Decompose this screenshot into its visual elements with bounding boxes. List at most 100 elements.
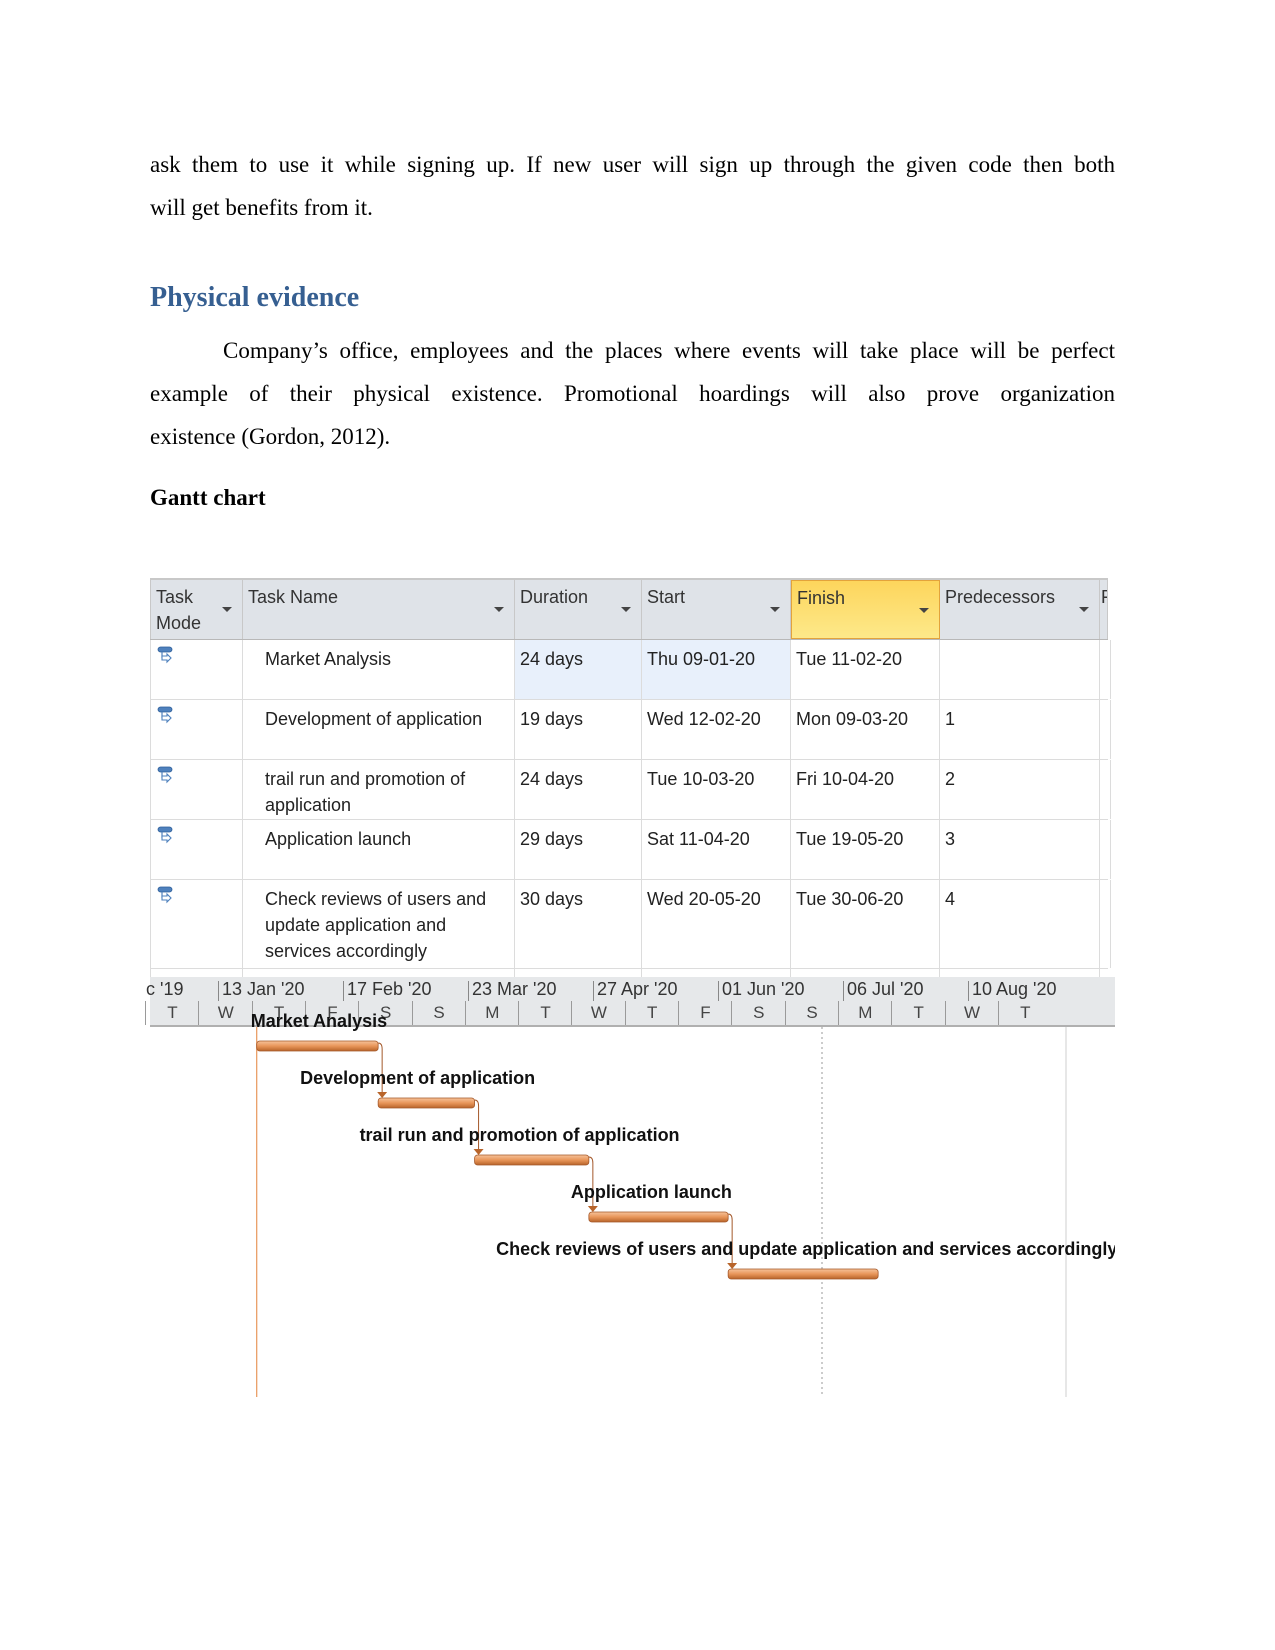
task-mode-cell[interactable] <box>150 880 243 968</box>
start-cell[interactable]: Wed 20-05-20 <box>642 880 791 968</box>
task-bar-label: Check reviews of users and update applic… <box>496 1239 1115 1259</box>
duration-cell[interactable]: 24 days <box>515 760 642 819</box>
paragraph-line: existence (Gordon, 2012). <box>150 424 391 449</box>
start-cell[interactable]: Tue 10-03-20 <box>642 760 791 819</box>
task-mode-cell[interactable] <box>150 760 243 819</box>
table-row[interactable]: Application launch 29 days Sat 11-04-20 Tue… <box>150 820 1111 880</box>
task-name: Application launch <box>265 829 412 849</box>
column-header-more[interactable]: F <box>1100 580 1108 639</box>
task-name-cell[interactable]: Application launch <box>243 820 515 879</box>
predecessor-value: 4 <box>945 889 956 909</box>
more-cell <box>1100 640 1111 699</box>
column-header-label: Task Mode <box>156 587 202 633</box>
duration-cell[interactable]: 19 days <box>515 700 642 759</box>
column-header-task-mode[interactable]: Task Mode <box>150 580 243 639</box>
predecessors-cell[interactable]: 3 <box>940 820 1100 879</box>
gantt-timeline: c '19 13 Jan '20 17 Feb '20 23 Mar '20 27 Ap… <box>145 977 1115 1397</box>
duration-cell[interactable]: 29 days <box>515 820 642 879</box>
predecessors-cell[interactable]: 4 <box>940 880 1100 968</box>
finish-cell[interactable]: Mon 09-03-20 <box>791 700 940 759</box>
predecessors-cell[interactable] <box>940 640 1100 699</box>
column-header-predecessors[interactable]: Predecessors <box>940 580 1100 639</box>
start-cell[interactable]: Sat 11-04-20 <box>642 820 791 879</box>
task-bar[interactable] <box>588 1211 729 1223</box>
predecessor-value: 1 <box>945 709 956 729</box>
duration-cell[interactable]: 30 days <box>515 880 642 968</box>
finish-date: Tue 11-02-20 <box>796 649 903 669</box>
start-date: Tue 10-03-20 <box>647 769 755 789</box>
finish-date: Mon 09-03-20 <box>796 709 909 729</box>
task-mode-cell[interactable] <box>150 640 243 699</box>
heading-gantt-chart: Gantt chart <box>150 485 266 510</box>
more-cell <box>1100 760 1111 819</box>
gantt-task[interactable]: Check reviews of users and update applic… <box>496 1239 1115 1280</box>
task-mode-cell[interactable] <box>150 700 243 759</box>
finish-cell[interactable]: Tue 19-05-20 <box>791 820 940 879</box>
task-name: Market Analysis <box>265 649 392 669</box>
task-name-cell[interactable]: Market Analysis <box>243 640 515 699</box>
start-cell[interactable]: Wed 12-02-20 <box>642 700 791 759</box>
table-header-row: Task Mode Task Name Duration Start Finis… <box>150 578 1108 640</box>
task-bar[interactable] <box>727 1268 879 1280</box>
task-bar[interactable] <box>474 1154 590 1166</box>
column-header-label: Predecessors <box>945 587 1056 607</box>
column-header-finish[interactable]: Finish <box>791 580 940 639</box>
duration-value: 30 days <box>520 889 584 909</box>
column-header-label: Task Name <box>248 587 339 607</box>
gantt-chart-area: Market Analysis Development of applicatio… <box>251 1011 1115 1397</box>
predecessor-value: 2 <box>945 769 956 789</box>
dropdown-arrow-icon[interactable] <box>1079 607 1089 612</box>
dropdown-arrow-icon[interactable] <box>222 607 232 612</box>
table-row[interactable]: Market Analysis 24 days Thu 09-01-20 Tue 11… <box>150 640 1111 700</box>
table-row[interactable]: Check reviews of users and update applic… <box>150 880 1111 969</box>
start-date: Wed 20-05-20 <box>647 889 761 909</box>
timescale-divider <box>145 1001 146 1025</box>
finish-date: Tue 19-05-20 <box>796 829 904 849</box>
more-cell <box>1100 820 1111 879</box>
finish-cell[interactable]: Tue 11-02-20 <box>791 640 940 699</box>
task-bar-label: Market Analysis <box>251 1011 387 1031</box>
task-bar[interactable] <box>256 1040 379 1052</box>
dropdown-arrow-icon[interactable] <box>621 607 631 612</box>
start-date: Wed 12-02-20 <box>647 709 761 729</box>
task-name-cell[interactable]: Development of application <box>243 700 515 759</box>
task-name: trail run and promotion of application <box>265 769 466 815</box>
task-name: Development of application <box>265 709 483 729</box>
task-name-cell[interactable]: Check reviews of users and update applic… <box>243 880 515 968</box>
column-header-task-name[interactable]: Task Name <box>243 580 515 639</box>
start-date: Sat 11-04-20 <box>647 829 750 849</box>
auto-schedule-icon <box>157 706 173 724</box>
gantt-task-table: Task Mode Task Name Duration Start Finis… <box>150 578 1111 981</box>
dropdown-arrow-icon[interactable] <box>919 608 929 613</box>
predecessors-cell[interactable]: 1 <box>940 700 1100 759</box>
finish-cell[interactable]: Tue 30-06-20 <box>791 880 940 968</box>
auto-schedule-icon <box>157 646 173 664</box>
finish-cell[interactable]: Fri 10-04-20 <box>791 760 940 819</box>
duration-cell[interactable]: 24 days <box>515 640 642 699</box>
start-cell[interactable]: Thu 09-01-20 <box>642 640 791 699</box>
column-header-label: F <box>1101 587 1107 607</box>
task-bar-label: Application launch <box>571 1182 732 1202</box>
task-bar-label: trail run and promotion of application <box>360 1125 680 1145</box>
predecessor-value: 3 <box>945 829 956 849</box>
auto-schedule-icon <box>157 766 173 784</box>
task-bar[interactable] <box>377 1097 475 1109</box>
dependency-arrow-icon <box>377 1092 388 1098</box>
dependency-arrow-icon <box>587 1206 598 1212</box>
task-name-cell[interactable]: trail run and promotion of application <box>243 760 515 819</box>
finish-date: Fri 10-04-20 <box>796 769 895 789</box>
column-header-label: Finish <box>797 588 846 608</box>
column-header-start[interactable]: Start <box>642 580 791 639</box>
task-mode-cell[interactable] <box>150 820 243 879</box>
dependency-arrow-icon <box>727 1263 738 1269</box>
dropdown-arrow-icon[interactable] <box>494 607 504 612</box>
predecessors-cell[interactable]: 2 <box>940 760 1100 819</box>
table-row[interactable]: trail run and promotion of application 24… <box>150 760 1111 820</box>
paragraph-physical-evidence: Company’s office, employees and the plac… <box>150 329 1115 458</box>
dropdown-arrow-icon[interactable] <box>770 607 780 612</box>
paragraph-referral: ask them to use it while signing up. If … <box>150 143 1115 229</box>
more-cell <box>1100 700 1111 759</box>
column-header-duration[interactable]: Duration <box>515 580 642 639</box>
finish-date: Tue 30-06-20 <box>796 889 904 909</box>
table-row[interactable]: Development of application 19 days Wed 12-… <box>150 700 1111 760</box>
